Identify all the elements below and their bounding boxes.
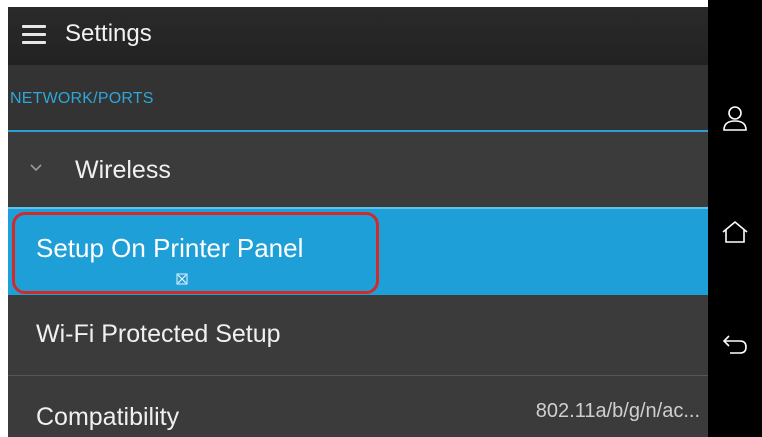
list-item-label: Wi-Fi Protected Setup (36, 320, 281, 348)
list-item-label: Setup On Printer Panel (36, 233, 304, 263)
settings-screen: Settings NETWORK/PORTS Wireless Setup On… (8, 7, 708, 437)
page-title: Settings (65, 20, 152, 47)
list-item-compatibility[interactable]: Compatibility 802.11a/b/g/n/ac... (8, 376, 708, 437)
list-item-wifi-protected-setup[interactable]: Wi-Fi Protected Setup (8, 295, 708, 376)
hamburger-menu-icon[interactable] (22, 25, 46, 45)
section-label: NETWORK/PORTS (10, 90, 154, 107)
section-header: NETWORK/PORTS (8, 65, 708, 132)
device-frame: Settings NETWORK/PORTS Wireless Setup On… (0, 0, 762, 437)
user-icon[interactable] (708, 100, 762, 140)
list-item-label: Wireless (75, 156, 171, 184)
back-icon[interactable] (708, 324, 762, 364)
list-item-setup-on-printer-panel[interactable]: Setup On Printer Panel (8, 207, 708, 295)
compatibility-value: 802.11a/b/g/n/ac... (535, 400, 700, 422)
home-icon[interactable] (708, 213, 762, 253)
nav-bar (708, 0, 762, 437)
top-bar: Settings (8, 7, 708, 65)
list-item-label: Compatibility (36, 403, 180, 431)
touch-cursor-icon (176, 273, 188, 285)
list-item-wireless[interactable]: Wireless (8, 132, 708, 207)
chevron-down-icon (30, 164, 42, 172)
